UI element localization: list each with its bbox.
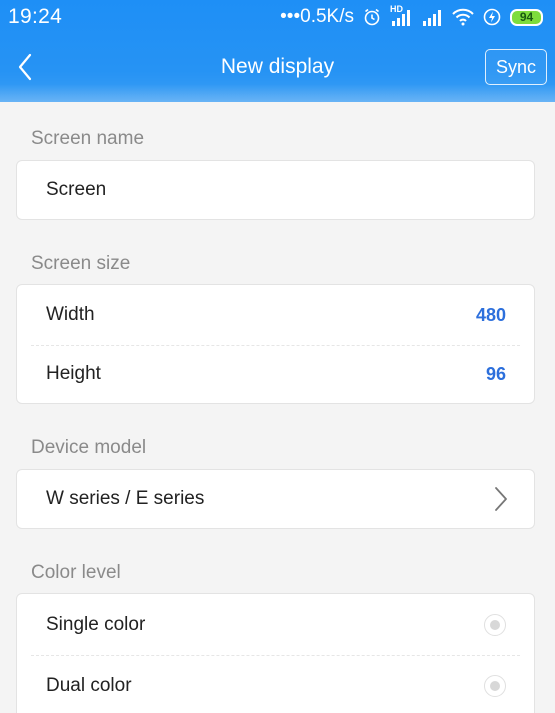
network-speed-text: 0.5K/s [300, 6, 354, 27]
hd-signal-icon: HD [390, 4, 412, 27]
color-option-dual[interactable]: Dual color [17, 655, 534, 713]
color-option-single[interactable]: Single color [17, 594, 534, 655]
status-time: 19:24 [8, 5, 63, 28]
device-model-card: W series / E series [16, 469, 535, 529]
screen-size-label: Screen size [31, 253, 131, 274]
signal-icon [421, 7, 443, 27]
charging-icon [483, 8, 501, 26]
battery-level: 94 [519, 10, 534, 24]
screen-name-field[interactable]: Screen [17, 161, 534, 219]
app-header: 19:24 •••0.5K/s HD 94 New display Sync [0, 0, 555, 102]
page-title: New display [220, 55, 335, 78]
radio-single-color[interactable] [484, 613, 506, 636]
radio-dot-icon [490, 619, 500, 630]
screen-size-card: Width 480 Height 96 [16, 284, 535, 404]
color-option-label: Dual color [46, 674, 132, 696]
nav-bar: New display Sync [0, 34, 555, 100]
height-value: 96 [485, 363, 506, 384]
network-speed: •••0.5K/s [280, 6, 354, 28]
device-model-label: Device model [31, 437, 147, 458]
device-model-selector[interactable]: W series / E series [17, 470, 534, 528]
status-bar: 19:24 •••0.5K/s HD 94 [0, 0, 555, 34]
dots-icon: ••• [280, 6, 301, 27]
chevron-right-icon [495, 487, 507, 511]
color-level-label: Color level [31, 562, 121, 583]
status-icons: •••0.5K/s HD 94 [280, 4, 543, 28]
height-label: Height [46, 363, 101, 384]
chevron-left-icon [18, 53, 32, 81]
color-option-label: Single color [46, 613, 146, 635]
color-level-card: Single color Dual color [16, 593, 535, 713]
width-label: Width [46, 304, 95, 325]
radio-dot-icon [490, 680, 500, 691]
wifi-icon [452, 8, 474, 26]
height-row[interactable]: Height 96 [17, 345, 534, 403]
screen-name-label: Screen name [31, 128, 145, 149]
width-value: 480 [475, 304, 506, 325]
sync-button[interactable]: Sync [485, 49, 547, 85]
radio-dual-color[interactable] [484, 674, 506, 697]
width-row[interactable]: Width 480 [17, 285, 534, 345]
alarm-icon [363, 8, 381, 26]
battery-icon: 94 [510, 8, 543, 26]
screen-name-value: Screen [46, 179, 107, 200]
screen-name-card: Screen [16, 160, 535, 220]
device-model-value: W series / E series [46, 488, 205, 509]
back-button[interactable] [12, 50, 38, 84]
